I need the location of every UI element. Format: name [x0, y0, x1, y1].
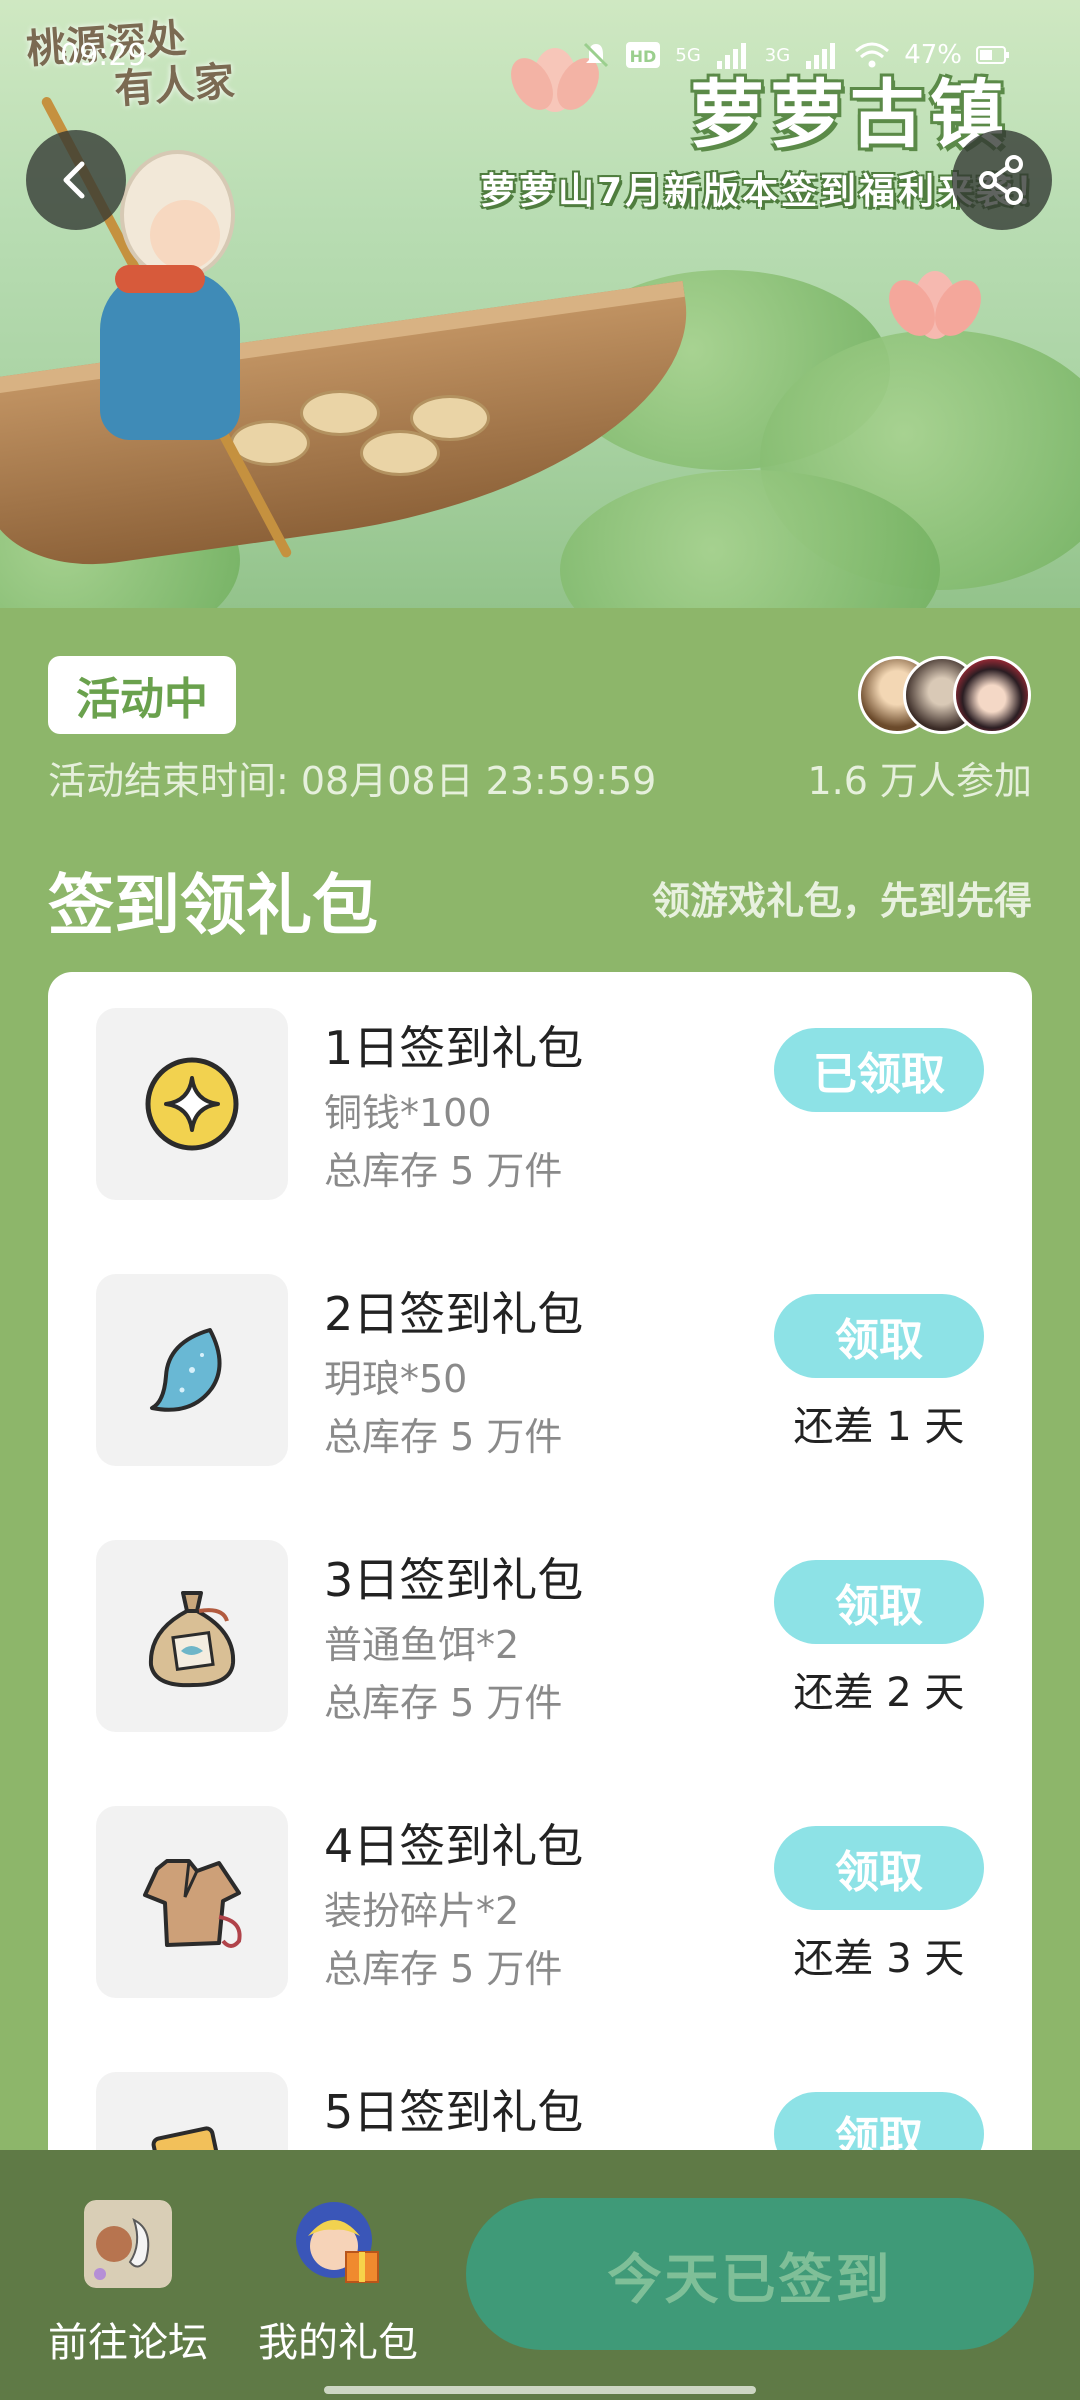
gift-content: 普通鱼饵*2 — [324, 1623, 520, 1667]
gift-box-icon — [296, 2202, 379, 2283]
bottom-action-bar: 前往论坛 我的礼包 今天已签到 — [0, 2150, 1080, 2400]
gift-stock: 总库存 5 万件 — [324, 1149, 563, 1193]
gift-item: 3日签到礼包 普通鱼饵*2 总库存 5 万件 领取 还差 2 天 — [48, 1504, 1032, 1770]
days-remaining: 还差 2 天 — [793, 1670, 965, 1716]
days-remaining: 还差 3 天 — [793, 1936, 965, 1982]
gift-stock: 总库存 5 万件 — [324, 1415, 563, 1459]
mute-bell-icon — [584, 42, 609, 68]
lotus-root — [410, 395, 490, 441]
gift-title: 2日签到礼包 — [324, 1287, 584, 1341]
gift-title: 4日签到礼包 — [324, 1819, 584, 1873]
character-body — [100, 270, 240, 440]
forum-icon — [84, 2200, 172, 2288]
my-gifts-button[interactable]: 我的礼包 — [248, 2200, 428, 2370]
signal-icon — [716, 43, 746, 69]
claim-button[interactable]: 领取 — [774, 1560, 984, 1644]
back-button[interactable] — [26, 130, 126, 230]
signal-icon — [806, 43, 836, 69]
share-button[interactable] — [952, 130, 1052, 230]
home-indicator[interactable] — [324, 2386, 756, 2394]
gift-title: 3日签到礼包 — [324, 1553, 584, 1607]
character-scarf — [115, 265, 205, 293]
lotus-root — [300, 390, 380, 436]
battery-percent: 47% — [904, 40, 962, 70]
status-icons: HD 5G 3G 47% — [581, 40, 1010, 70]
gift-stock: 总库存 5 万件 — [324, 1947, 563, 1991]
gift-content: 铜钱*100 — [324, 1091, 492, 1135]
network-5g-label: 5G — [675, 44, 701, 66]
crescent-moon-icon — [150, 1328, 222, 1412]
network-3g-label: 3G — [764, 44, 791, 66]
wifi-icon — [855, 42, 890, 68]
gift-item: 2日签到礼包 玥琅*50 总库存 5 万件 领取 还差 1 天 — [48, 1238, 1032, 1504]
hd-icon: HD — [626, 42, 661, 68]
gift-title: 1日签到礼包 — [324, 1021, 584, 1075]
fish-bait-bag-icon — [148, 1591, 236, 1688]
gift-item: 1日签到礼包 铜钱*100 总库存 5 万件 已领取 — [48, 972, 1032, 1238]
gift-title: 5日签到礼包 — [324, 2085, 584, 2139]
character-face — [150, 200, 220, 270]
gift-thumbnail — [96, 1540, 288, 1732]
gift-stock: 总库存 5 万件 — [324, 1681, 563, 1725]
gift-item: 4日签到礼包 装扮碎片*2 总库存 5 万件 领取 还差 3 天 — [48, 1770, 1032, 2036]
svg-text:HD: HD — [630, 47, 657, 66]
gift-thumbnail — [96, 1806, 288, 1998]
gift-thumbnail — [96, 1274, 288, 1466]
forum-label: 前往论坛 — [48, 2320, 208, 2366]
checked-in-today-button[interactable]: 今天已签到 — [466, 2198, 1034, 2350]
gift-thumbnail — [96, 1008, 288, 1200]
section-hint: 领游戏礼包，先到先得 — [651, 879, 1032, 923]
days-remaining: 还差 1 天 — [793, 1404, 965, 1450]
gift-content: 玥琅*50 — [324, 1357, 468, 1401]
battery-icon — [976, 46, 1009, 64]
copper-coin-icon — [145, 1057, 239, 1151]
claim-button[interactable]: 领取 — [774, 1826, 984, 1910]
activity-end-time: 活动结束时间: 08月08日 23:59:59 — [48, 759, 657, 803]
participant-count: 1.6 万人参加 — [807, 759, 1032, 803]
status-time: 09:29 — [60, 38, 147, 73]
status-bar: 09:29 HD 5G 3G 47% — [0, 0, 1080, 110]
claimed-button[interactable]: 已领取 — [774, 1028, 984, 1112]
share-icon — [979, 155, 1023, 205]
gift-content: 装扮碎片*2 — [324, 1889, 520, 1933]
page: 桃源深处 有人家 萝萝古镇 萝萝山7月新版本签到福利来袭！ 09:29 HD 5… — [0, 0, 1080, 2400]
chevron-left-icon — [63, 161, 85, 199]
lotus-flower-icon — [889, 271, 981, 339]
avatar — [953, 656, 1031, 734]
section-title: 签到领礼包 — [48, 867, 378, 944]
outfit-fragment-icon — [143, 1859, 242, 1948]
participant-avatars[interactable] — [858, 656, 1036, 734]
activity-status-badge: 活动中 — [48, 656, 236, 734]
claim-button[interactable]: 领取 — [774, 1294, 984, 1378]
go-to-forum-button[interactable]: 前往论坛 — [38, 2200, 218, 2370]
my-gifts-label: 我的礼包 — [258, 2320, 418, 2366]
